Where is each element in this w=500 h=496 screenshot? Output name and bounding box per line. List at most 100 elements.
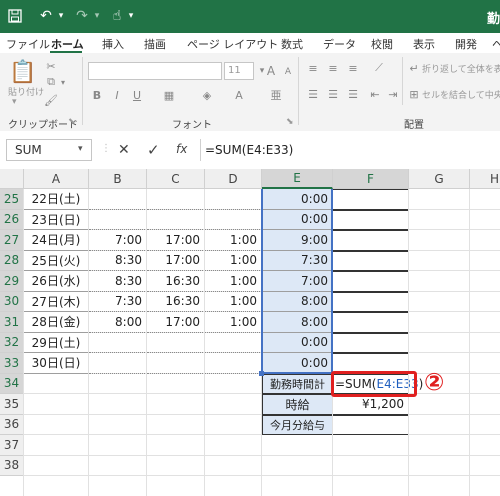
cell-d30[interactable]: 1:00 (205, 291, 262, 312)
row-header-29[interactable]: 29 (0, 271, 24, 292)
cell-c34[interactable] (147, 374, 205, 395)
row-header-35[interactable]: 35 (0, 394, 24, 415)
cell-e35[interactable]: 時給 (262, 394, 333, 415)
decrease-indent-icon[interactable]: ⇤ (366, 87, 384, 101)
column-header-c[interactable]: C (147, 169, 205, 189)
cell-c27[interactable]: 17:00 (147, 230, 205, 251)
format-painter-icon[interactable]: 🖌 (44, 93, 58, 107)
undo-dropdown-icon[interactable]: ▾ (56, 7, 66, 25)
cell-b31[interactable]: 8:00 (89, 312, 147, 333)
cell-c37[interactable] (147, 435, 205, 456)
tab-help[interactable]: ヘ (492, 36, 500, 52)
cell-f36[interactable] (333, 414, 409, 435)
cell-d35[interactable] (205, 394, 262, 415)
font-name-dropdown[interactable] (88, 62, 222, 80)
row-header-37[interactable]: 37 (0, 435, 24, 456)
tab-page-layout[interactable]: ページ レイアウト (187, 36, 278, 52)
cut-icon[interactable]: ✂ (44, 59, 58, 73)
cell-e37[interactable] (262, 435, 333, 456)
tab-developer[interactable]: 開発 (455, 36, 477, 52)
bold-button[interactable]: B (90, 87, 104, 103)
cell-e38[interactable] (262, 456, 333, 477)
column-header-f[interactable]: F (333, 169, 409, 189)
cell-f31[interactable] (333, 312, 409, 333)
redo-dropdown-icon[interactable]: ▾ (92, 7, 102, 25)
column-header-a[interactable]: A (24, 169, 89, 189)
qat-customize-icon[interactable]: ▾ (126, 7, 136, 25)
wrap-text-button[interactable]: 折り返して全体を表 (422, 62, 500, 75)
cell-c31[interactable]: 17:00 (147, 312, 205, 333)
row-header-34[interactable]: 34 (0, 373, 24, 394)
cell-a25[interactable]: 22日(土) (24, 189, 89, 210)
cell-c38[interactable] (147, 456, 205, 477)
font-size-dropdown[interactable]: 11 (224, 62, 254, 80)
orientation-icon[interactable]: ⟋ (370, 61, 388, 75)
cell-c32[interactable] (147, 332, 205, 353)
column-header-g[interactable]: G (409, 169, 470, 189)
underline-button[interactable]: U (130, 87, 144, 103)
cell-b35[interactable] (89, 394, 147, 415)
column-header-e[interactable]: E (262, 169, 333, 189)
cell-a36[interactable] (24, 415, 89, 436)
merge-center-icon[interactable]: ⊞ (408, 87, 420, 101)
cell-d27[interactable]: 1:00 (205, 230, 262, 251)
cell-a31[interactable]: 28日(金) (24, 312, 89, 333)
row-header-36[interactable]: 36 (0, 414, 24, 435)
cell-a27[interactable]: 24日(月) (24, 230, 89, 251)
cell-c28[interactable]: 17:00 (147, 250, 205, 271)
increase-indent-icon[interactable]: ⇥ (384, 87, 402, 101)
cell-f35[interactable]: ¥1,200 (333, 394, 409, 415)
copy-dropdown-icon[interactable]: ▾ (58, 75, 68, 89)
cell-b33[interactable] (89, 353, 147, 374)
cell-d31[interactable]: 1:00 (205, 312, 262, 333)
column-header-d[interactable]: D (205, 169, 262, 189)
row-header-32[interactable]: 32 (0, 332, 24, 353)
cell-a33[interactable]: 30日(日) (24, 353, 89, 374)
cell-d32[interactable] (205, 332, 262, 353)
cell-f25[interactable] (333, 189, 409, 210)
decrease-font-icon[interactable]: A (280, 64, 296, 80)
insert-function-button[interactable]: fx (176, 142, 187, 156)
cell-a26[interactable]: 23日(日) (24, 209, 89, 230)
cell-d33[interactable] (205, 353, 262, 374)
cell-d28[interactable]: 1:00 (205, 250, 262, 271)
cell-d38[interactable] (205, 456, 262, 477)
merge-center-button[interactable]: セルを結合して中央 (422, 88, 500, 101)
copy-icon[interactable]: ⧉ (44, 75, 58, 89)
cell-d25[interactable] (205, 189, 262, 210)
align-right-icon[interactable]: ☰ (344, 87, 362, 101)
save-icon[interactable] (6, 7, 24, 25)
row-header-25[interactable]: 25 (0, 189, 24, 210)
cell-c30[interactable]: 16:30 (147, 291, 205, 312)
formula-input[interactable]: =SUM(E4:E33) (205, 139, 500, 161)
cell-c36[interactable] (147, 415, 205, 436)
row-header-28[interactable]: 28 (0, 250, 24, 271)
name-box-dropdown-icon[interactable]: ▾ (78, 144, 83, 154)
cell-d34[interactable] (205, 374, 262, 395)
redo-icon[interactable]: ↷ (72, 7, 92, 25)
touch-mode-icon[interactable]: ☝ (108, 7, 126, 25)
cell-b27[interactable]: 7:00 (89, 230, 147, 251)
paste-icon[interactable]: 📋 (8, 57, 38, 87)
cell-b29[interactable]: 8:30 (89, 271, 147, 292)
tab-formulas[interactable]: 数式 (281, 36, 303, 52)
cancel-entry-button[interactable]: ✕ (118, 142, 130, 158)
align-middle-icon[interactable]: ≡ (324, 61, 342, 75)
select-all-corner[interactable] (0, 169, 24, 189)
cell-f28[interactable] (333, 250, 409, 271)
cell-f30[interactable] (333, 291, 409, 312)
cell-a35[interactable] (24, 394, 89, 415)
cell-d29[interactable]: 1:00 (205, 271, 262, 292)
cell-a38[interactable] (24, 456, 89, 477)
cell-a37[interactable] (24, 435, 89, 456)
cell-f26[interactable] (333, 209, 409, 230)
font-color-icon[interactable]: A (230, 87, 248, 103)
paste-dropdown-icon[interactable]: ▾ (12, 97, 17, 107)
italic-button[interactable]: I (110, 87, 124, 103)
row-header-26[interactable]: 26 (0, 209, 24, 230)
align-top-icon[interactable]: ≡ (304, 61, 322, 75)
cell-b28[interactable]: 8:30 (89, 250, 147, 271)
cell-c26[interactable] (147, 209, 205, 230)
cell-b34[interactable] (89, 374, 147, 395)
cell-b25[interactable] (89, 189, 147, 210)
